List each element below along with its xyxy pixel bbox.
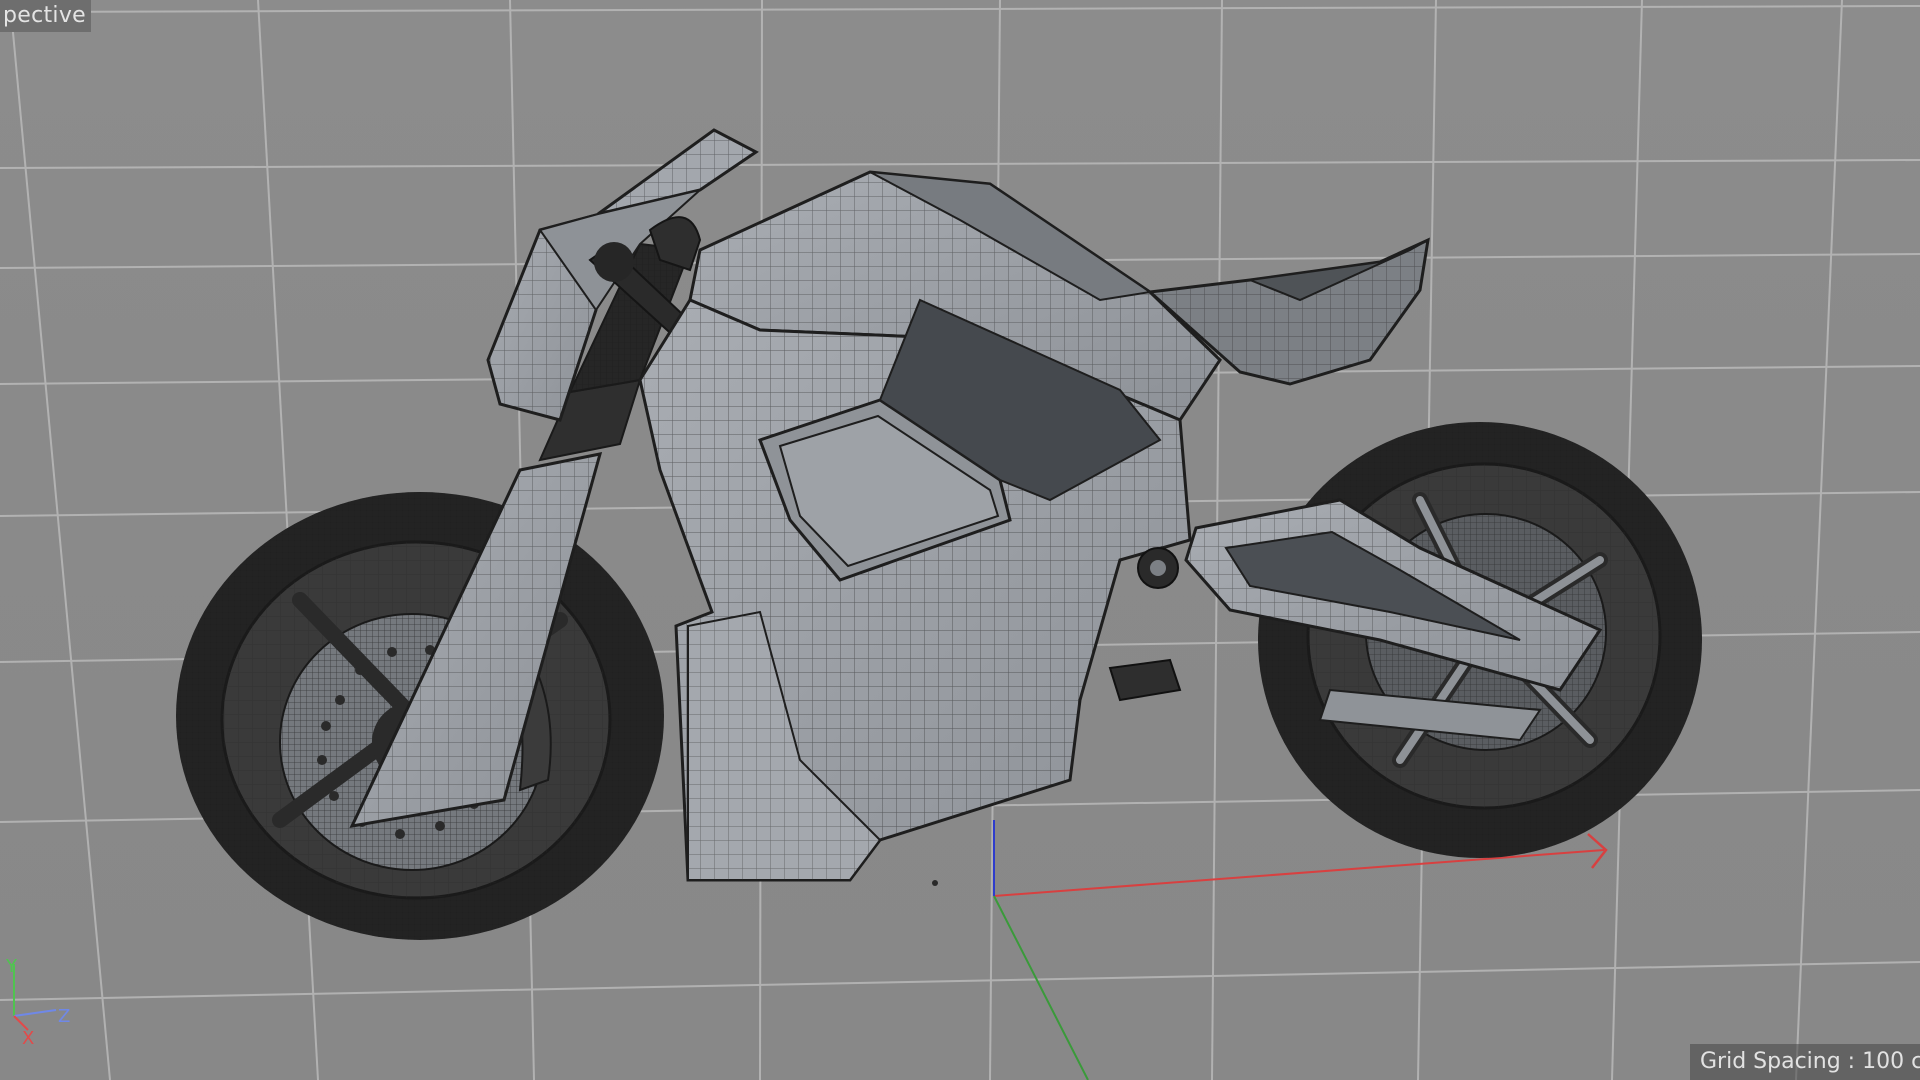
gizmo-x-label: X — [22, 1028, 34, 1049]
view-name-label[interactable]: pective — [0, 0, 91, 32]
origin-dot — [932, 880, 938, 886]
gizmo-y-label: Y — [5, 956, 18, 977]
axis-gizmo: Y Z X — [5, 956, 70, 1049]
swingarm-pivot — [1108, 547, 1182, 702]
viewport-scene[interactable]: Y Z X — [0, 0, 1920, 1080]
grid-spacing-status: Grid Spacing : 100 cr — [1690, 1044, 1920, 1080]
3d-viewport[interactable]: Y Z X pective Grid Spacing : 100 cr — [0, 0, 1920, 1080]
main-body[interactable] — [638, 298, 1192, 882]
motorcycle-model[interactable] — [176, 128, 1702, 940]
gizmo-z-label: Z — [58, 1006, 70, 1027]
gizmo-z-axis — [13, 1009, 57, 1017]
world-axis-x — [993, 849, 1605, 897]
world-axis-y — [993, 895, 1089, 1080]
